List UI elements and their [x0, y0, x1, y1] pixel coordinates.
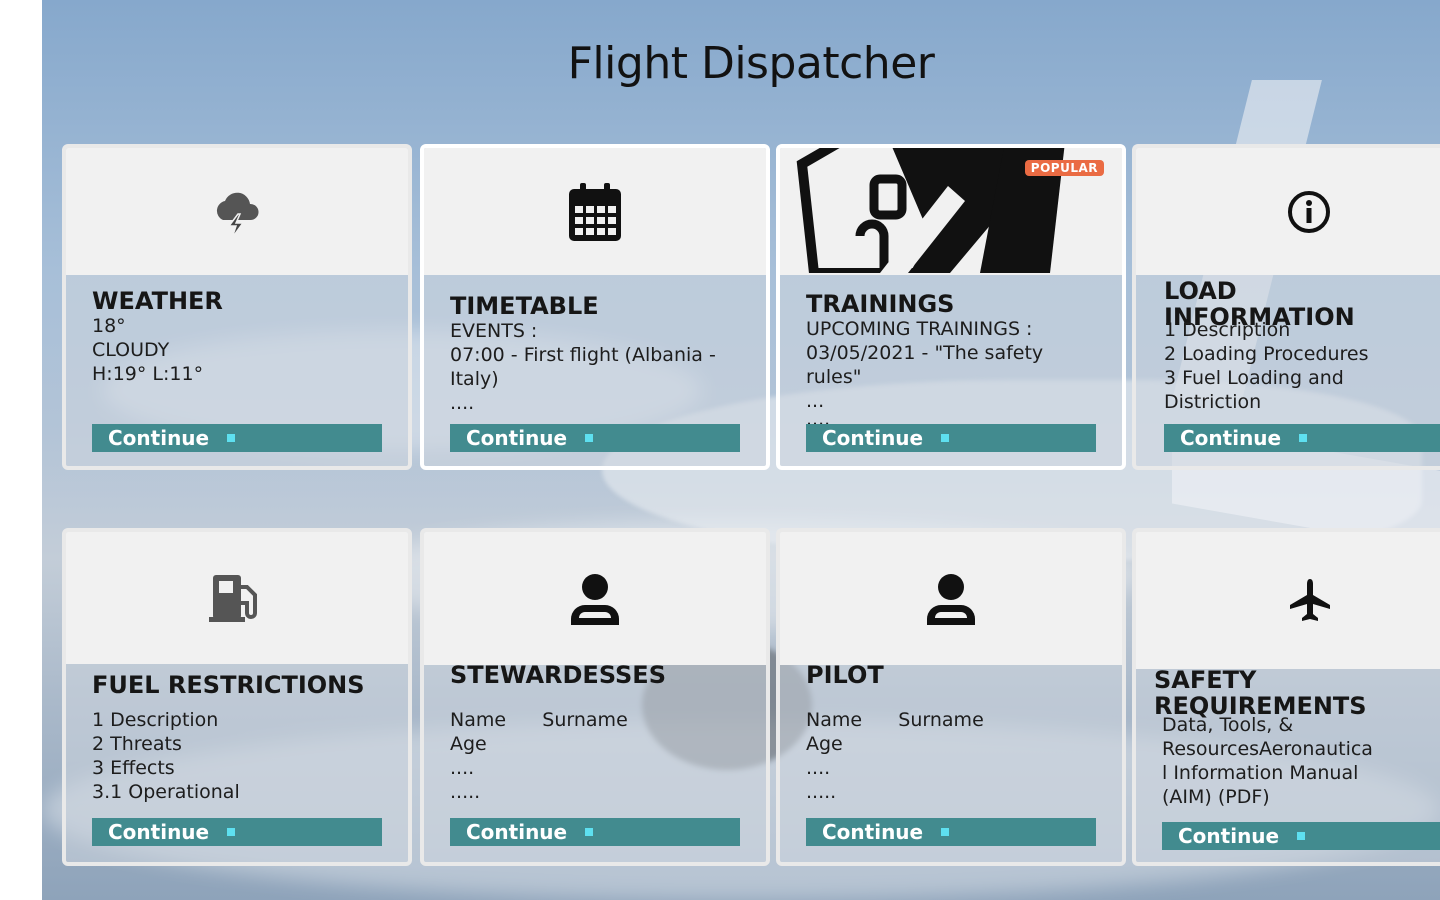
card-weather: WEATHER 18° CLOUDY H:19° L:11° Continue — [62, 144, 412, 470]
card-trainings-header: POPULAR — [780, 148, 1122, 275]
card-fuel-restrictions-header — [66, 532, 408, 664]
card-line: 2 Loading Procedures — [1164, 343, 1369, 365]
card-line: UPCOMING TRAININGS : — [806, 318, 1033, 340]
person-icon — [923, 571, 979, 627]
card-title: FUEL RESTRICTIONS — [92, 671, 365, 699]
card-line: 1 Description — [92, 709, 219, 731]
card-line: Age — [806, 733, 843, 755]
card-fuel-restrictions: FUEL RESTRICTIONS 1 Description 2 Threat… — [62, 528, 412, 866]
card-load-information: LOAD INFORMATION 1 Description 2 Loading… — [1132, 144, 1440, 470]
continue-button[interactable]: Continue — [806, 424, 1096, 452]
card-line: rules" — [806, 366, 862, 388]
card-line: Name Surname — [806, 709, 984, 731]
card-timetable-header — [424, 148, 766, 275]
card-timetable: TIMETABLE EVENTS : 07:00 - First flight … — [420, 144, 770, 470]
fuel-pump-icon — [209, 573, 265, 623]
continue-label: Continue — [466, 426, 568, 450]
continue-label: Continue — [822, 426, 924, 450]
continue-label: Continue — [108, 426, 210, 450]
square-icon — [941, 827, 950, 836]
card-line: H:19° L:11° — [92, 363, 204, 385]
continue-label: Continue — [1180, 426, 1282, 450]
card-title: PILOT — [806, 661, 884, 689]
continue-button[interactable]: Continue — [92, 818, 382, 846]
square-icon — [1297, 831, 1306, 840]
card-line: 18° — [92, 315, 126, 337]
card-safety-requirements-header — [1136, 532, 1440, 669]
card-line: .... — [806, 757, 831, 779]
square-icon — [941, 433, 950, 442]
continue-label: Continue — [466, 820, 568, 844]
card-line: ..... — [450, 781, 481, 803]
continue-label: Continue — [108, 820, 210, 844]
square-icon — [585, 433, 594, 442]
card-title: TIMETABLE — [450, 292, 599, 320]
popular-badge: POPULAR — [1024, 160, 1104, 176]
airplane-icon — [1286, 577, 1334, 625]
card-line: Name Surname — [450, 709, 628, 731]
card-line: 07:00 - First flight (Albania - — [450, 344, 716, 366]
card-line: 03/05/2021 - "The safety — [806, 342, 1044, 364]
card-line: Age — [450, 733, 487, 755]
person-icon — [567, 571, 623, 627]
card-safety-requirements: SAFETY REQUIREMENTS Data, Tools, & Resou… — [1132, 528, 1440, 866]
continue-button[interactable]: Continue — [1162, 822, 1440, 850]
card-line: EVENTS : — [450, 320, 538, 342]
card-line: 2 Threats — [92, 733, 182, 755]
card-title: WEATHER — [92, 287, 223, 315]
card-line: ResourcesAeronautica — [1162, 738, 1373, 760]
card-pilot: PILOT Name Surname Age .... ..... Contin… — [776, 528, 1126, 866]
card-line: 3 Fuel Loading and — [1164, 367, 1344, 389]
continue-label: Continue — [822, 820, 924, 844]
card-pilot-header — [780, 532, 1122, 665]
page-title: Flight Dispatcher — [567, 38, 935, 89]
storm-cloud-icon — [209, 184, 265, 240]
card-line: Distriction — [1164, 391, 1262, 413]
card-weather-header — [66, 148, 408, 275]
card-line: .... — [450, 757, 475, 779]
square-icon — [227, 433, 236, 442]
card-line: l Information Manual — [1162, 762, 1359, 784]
card-load-information-header — [1136, 148, 1440, 275]
continue-button[interactable]: Continue — [450, 424, 740, 452]
continue-button[interactable]: Continue — [806, 818, 1096, 846]
card-line: CLOUDY — [92, 339, 170, 361]
card-title: STEWARDESSES — [450, 661, 666, 689]
card-stewardesses: STEWARDESSES Name Surname Age .... .....… — [420, 528, 770, 866]
card-title: SAFETY REQUIREMENTS — [1154, 666, 1367, 720]
square-icon — [227, 827, 236, 836]
info-icon — [1286, 189, 1332, 235]
card-stewardesses-header — [424, 532, 766, 665]
calendar-icon — [568, 181, 622, 243]
card-trainings: POPULAR TRAININGS UPCOMING TRAININGS : 0… — [776, 144, 1126, 470]
card-title: TRAININGS — [806, 290, 955, 318]
square-icon — [585, 827, 594, 836]
card-line: ..... — [806, 781, 837, 803]
continue-label: Continue — [1178, 824, 1280, 848]
card-line: Italy) — [450, 368, 499, 390]
continue-button[interactable]: Continue — [450, 818, 740, 846]
card-line: 3.1 Operational — [92, 781, 240, 803]
square-icon — [1299, 433, 1308, 442]
continue-button[interactable]: Continue — [1164, 424, 1440, 452]
card-line: (AIM) (PDF) — [1162, 786, 1270, 808]
continue-button[interactable]: Continue — [92, 424, 382, 452]
card-line: 3 Effects — [92, 757, 175, 779]
